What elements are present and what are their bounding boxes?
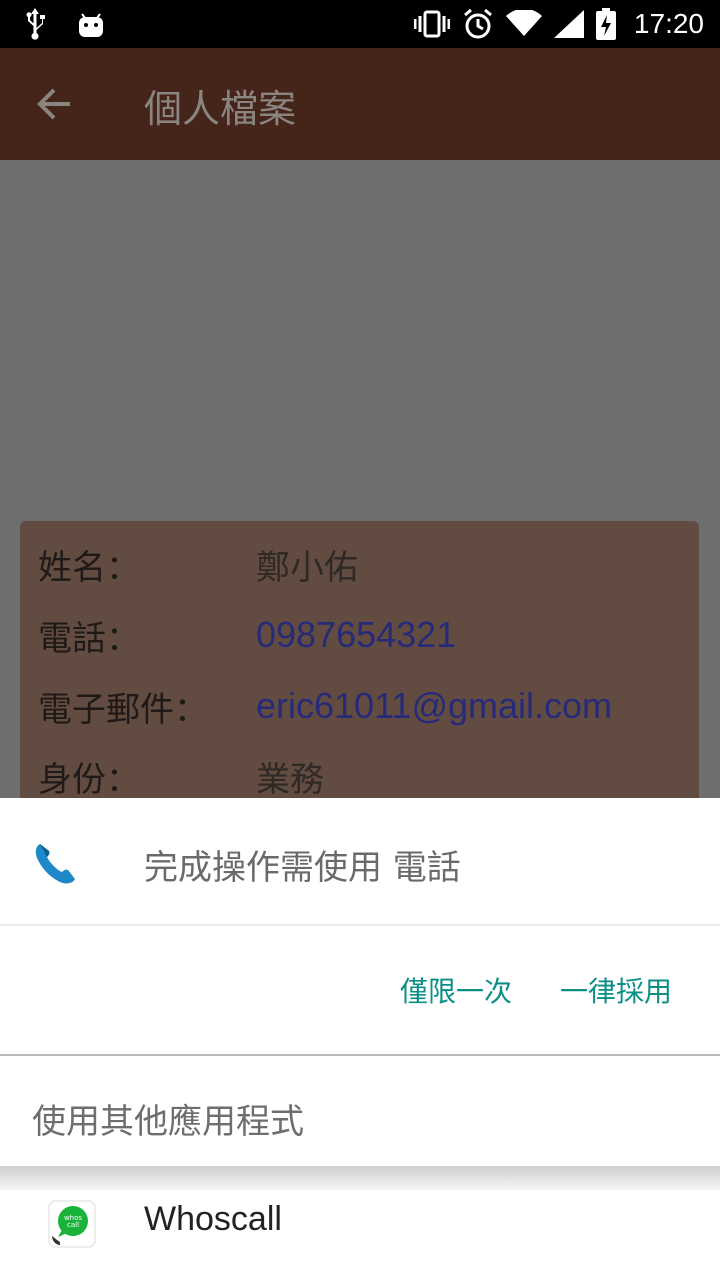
arrow-back-icon[interactable] (36, 86, 72, 126)
sheet-header: 完成操作需使用 電話 (0, 798, 720, 926)
clock: 17:20 (633, 8, 704, 39)
name-value: 鄭小佑 (256, 547, 358, 588)
app-bar: 個人檔案 (0, 48, 720, 160)
signal-icon (553, 10, 584, 38)
vibrate-icon (413, 10, 450, 38)
app-item-whoscall[interactable]: whos call Whoscall (0, 1190, 720, 1280)
usb-icon (22, 8, 48, 40)
wifi-icon (505, 10, 542, 38)
profile-card: 姓名： 鄭小佑 電話： 0987654321 電子郵件： eric61011@g… (20, 521, 699, 821)
app-name: Whoscall (144, 1200, 282, 1238)
role-value: 業務 (256, 759, 324, 800)
alarm-icon (462, 8, 494, 40)
divider (0, 1054, 720, 1056)
app-chooser-sheet: 完成操作需使用 電話 僅限一次 一律採用 使用其他應用程式 whos call … (0, 798, 720, 1280)
whoscall-icon: whos call (48, 1200, 96, 1248)
phone-label: 電話： (38, 618, 140, 659)
phone-icon (32, 838, 80, 890)
other-apps-label: 使用其他應用程式 (32, 1102, 304, 1142)
divider (0, 1166, 720, 1190)
status-bar: 17:20 (0, 0, 720, 48)
svg-text:call: call (67, 1221, 79, 1229)
email-link[interactable]: eric61011@gmail.com (256, 685, 612, 727)
sheet-title: 完成操作需使用 電話 (144, 848, 461, 888)
phone-link[interactable]: 0987654321 (256, 614, 456, 656)
battery-charging-icon (595, 8, 616, 40)
page-title: 個人檔案 (144, 87, 297, 131)
role-label: 身份： (38, 759, 140, 800)
name-label: 姓名： (38, 547, 140, 588)
email-label: 電子郵件： (38, 689, 208, 730)
always-button[interactable]: 一律採用 (560, 970, 672, 1010)
divider (0, 924, 720, 926)
android-icon (78, 10, 104, 38)
just-once-button[interactable]: 僅限一次 (400, 970, 512, 1010)
